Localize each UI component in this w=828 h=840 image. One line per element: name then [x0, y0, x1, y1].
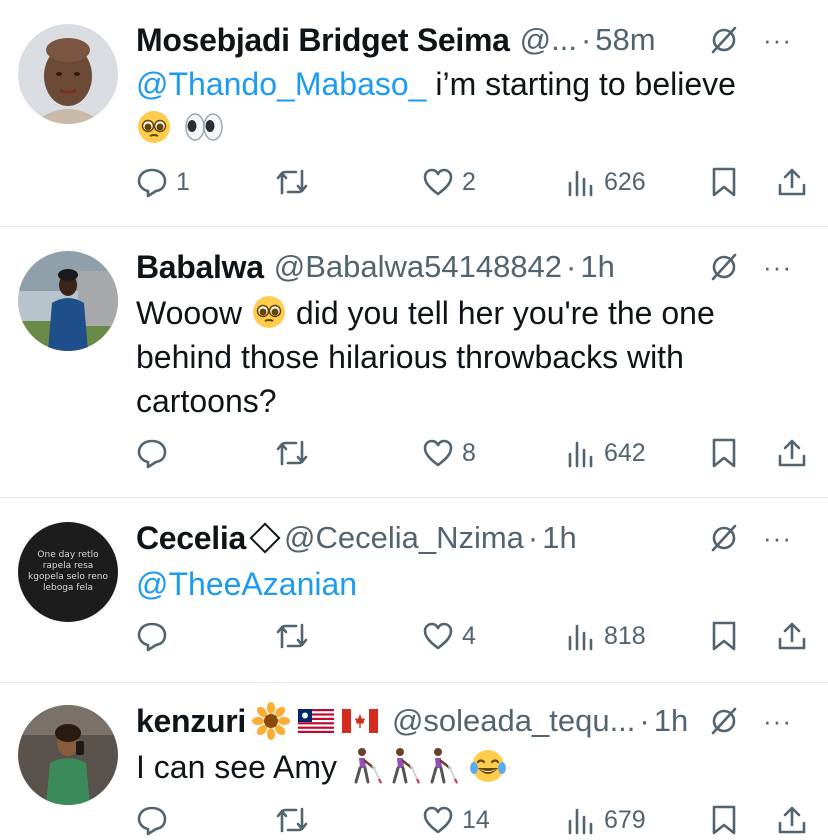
- more-icon[interactable]: ···: [763, 27, 792, 53]
- user-handle[interactable]: @...: [520, 22, 577, 58]
- bookmark-button[interactable]: [710, 164, 738, 200]
- like-count: 4: [462, 621, 476, 650]
- user-handle[interactable]: @Babalwa54148842: [274, 249, 562, 285]
- tweet-text-before: Wooow: [136, 295, 252, 331]
- like-count: 2: [462, 167, 476, 196]
- avatar[interactable]: [18, 24, 118, 124]
- tweet-header: Cecelia @Cecelia_Nzima · 1h ···: [136, 518, 814, 558]
- action-bar: 8 642: [136, 435, 812, 471]
- liberia-flag-icon: [297, 709, 334, 733]
- diamond-icon: [249, 522, 281, 554]
- face-with-tears-of-joy-emoji: [469, 748, 507, 784]
- view-count: 626: [604, 167, 646, 196]
- pleading-face-emoji: [251, 294, 287, 330]
- separator-dot: ·: [527, 520, 539, 555]
- canada-flag-icon: [341, 709, 378, 733]
- share-button[interactable]: [776, 164, 808, 200]
- timestamp[interactable]: 1h: [580, 249, 614, 285]
- avatar[interactable]: [18, 251, 118, 351]
- tweet-text: Wooow did you tell her you're the one be…: [136, 291, 796, 423]
- separator-dot: ·: [580, 22, 592, 57]
- person-with-white-cane-emoji: [346, 746, 384, 784]
- tweet-text: I can see Amy: [136, 745, 796, 789]
- bookmark-button[interactable]: [710, 802, 738, 838]
- action-bar: 1 2 626: [136, 164, 812, 200]
- tweet-text-content: I can see Amy: [136, 749, 346, 785]
- user-handle[interactable]: @soleada_tequ...: [392, 703, 635, 739]
- eyes-emoji: [181, 109, 227, 145]
- views-button[interactable]: 642: [566, 435, 646, 471]
- like-count: 14: [462, 805, 490, 834]
- like-button[interactable]: 2: [422, 164, 476, 200]
- mention-link[interactable]: @Thando_Mabaso_: [136, 66, 426, 102]
- grok-icon[interactable]: [709, 25, 739, 55]
- grok-icon[interactable]: [709, 252, 739, 282]
- like-button[interactable]: 4: [422, 618, 476, 654]
- like-button[interactable]: 14: [422, 802, 490, 838]
- tweet-1[interactable]: Mosebjadi Bridget Seima @... · 58m ··· @…: [0, 0, 828, 226]
- retweet-button[interactable]: [274, 618, 310, 654]
- display-name[interactable]: Cecelia: [136, 520, 246, 557]
- bookmark-button[interactable]: [710, 435, 738, 471]
- views-button[interactable]: 818: [566, 618, 646, 654]
- share-button[interactable]: [776, 802, 808, 838]
- sunflower-icon: [251, 702, 290, 740]
- retweet-button[interactable]: [274, 435, 310, 471]
- tweet-2[interactable]: Babalwa @Babalwa54148842 · 1h ··· Wooow …: [0, 227, 828, 497]
- avatar[interactable]: [18, 705, 118, 805]
- tweet-text: @TheeAzanian: [136, 562, 796, 606]
- view-count: 679: [604, 805, 646, 834]
- mention-link[interactable]: @TheeAzanian: [136, 566, 357, 602]
- tweet-header: Babalwa @Babalwa54148842 · 1h ···: [136, 247, 814, 287]
- tweet-header: Mosebjadi Bridget Seima @... · 58m ···: [136, 20, 814, 60]
- more-icon[interactable]: ···: [763, 525, 792, 551]
- more-icon[interactable]: ···: [763, 708, 792, 734]
- grok-icon[interactable]: [709, 523, 739, 553]
- reply-count: 1: [176, 167, 190, 196]
- timestamp[interactable]: 58m: [595, 22, 655, 58]
- timestamp[interactable]: 1h: [542, 520, 576, 556]
- tweet-3[interactable]: One day retlo rapela resa kgopela selo r…: [0, 498, 828, 682]
- reply-feed: Mosebjadi Bridget Seima @... · 58m ··· @…: [0, 0, 828, 840]
- separator-dot: ·: [566, 249, 577, 284]
- person-with-white-cane-emoji: [422, 746, 460, 784]
- views-button[interactable]: 626: [566, 164, 646, 200]
- timestamp[interactable]: 1h: [654, 703, 688, 739]
- pleading-face-emoji: [136, 109, 172, 145]
- reply-button[interactable]: 1: [136, 164, 190, 200]
- share-button[interactable]: [776, 618, 808, 654]
- tweet-4[interactable]: kenzuri @soleada_tequ... · 1h ··· I can …: [0, 683, 828, 840]
- bookmark-button[interactable]: [710, 618, 738, 654]
- reply-button[interactable]: [136, 802, 176, 838]
- user-handle[interactable]: @Cecelia_Nzima: [284, 520, 524, 556]
- reply-button[interactable]: [136, 435, 176, 471]
- like-button[interactable]: 8: [422, 435, 476, 471]
- more-icon[interactable]: ···: [763, 254, 792, 280]
- tweet-text-content: i’m starting to believe: [426, 66, 736, 102]
- display-name[interactable]: Mosebjadi Bridget Seima: [136, 22, 510, 59]
- share-button[interactable]: [776, 435, 808, 471]
- action-bar: 4 818: [136, 618, 812, 654]
- like-count: 8: [462, 438, 476, 467]
- reply-button[interactable]: [136, 618, 176, 654]
- retweet-button[interactable]: [274, 164, 310, 200]
- action-bar: 14 679: [136, 802, 812, 838]
- person-with-white-cane-emoji: [384, 746, 422, 784]
- avatar[interactable]: One day retlo rapela resa kgopela selo r…: [18, 522, 118, 622]
- separator-dot: ·: [639, 703, 650, 738]
- views-button[interactable]: 679: [566, 802, 646, 838]
- view-count: 818: [604, 621, 646, 650]
- display-name[interactable]: Babalwa: [136, 249, 264, 286]
- tweet-text: @Thando_Mabaso_ i’m starting to believe: [136, 62, 796, 150]
- retweet-button[interactable]: [274, 802, 310, 838]
- grok-icon[interactable]: [709, 706, 739, 736]
- tweet-header: kenzuri @soleada_tequ... · 1h ···: [136, 701, 814, 741]
- display-name[interactable]: kenzuri: [136, 703, 246, 740]
- view-count: 642: [604, 438, 646, 467]
- avatar-caption: One day retlo rapela resa kgopela selo r…: [28, 550, 108, 593]
